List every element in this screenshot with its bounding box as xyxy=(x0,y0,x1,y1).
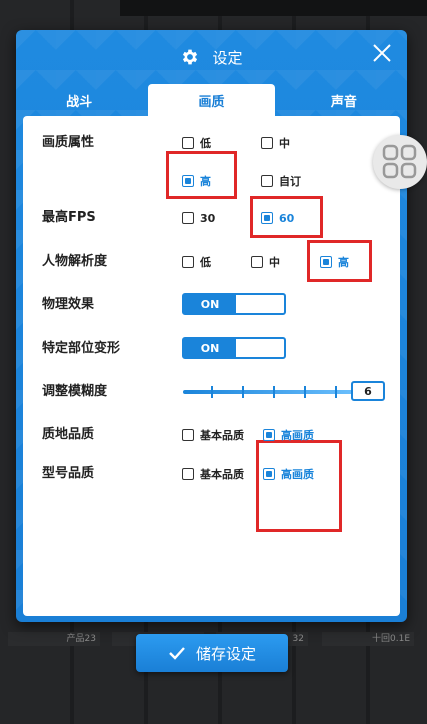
graphics-settings-panel: 画质属性 低 中 高 自订 最高FPS 30 60 人物解析度 低 中 高 物理… xyxy=(23,116,400,616)
texture-label: 质地品质 xyxy=(42,427,95,442)
checkbox-checked-icon xyxy=(263,468,275,480)
resolution-row: 人物解析度 低 中 高 xyxy=(23,240,400,282)
option-label: 高画质 xyxy=(281,429,314,442)
slider-tick xyxy=(273,386,275,398)
option-label: 高画质 xyxy=(281,468,314,481)
physics-toggle[interactable]: ON xyxy=(182,293,286,315)
highlight-box xyxy=(256,440,342,532)
checkbox-icon xyxy=(182,137,194,149)
fps-row: 最高FPS 30 60 xyxy=(23,196,400,238)
blur-value[interactable]: 6 xyxy=(351,381,385,401)
slider-tick xyxy=(304,386,306,398)
checkbox-checked-icon xyxy=(182,175,194,187)
quality-label: 画质属性 xyxy=(42,135,95,150)
gear-icon xyxy=(183,49,198,65)
resolution-medium-option[interactable]: 中 xyxy=(251,252,280,272)
model-label: 型号品质 xyxy=(42,466,95,481)
option-label: 低 xyxy=(200,137,211,150)
save-button-label: 储存设定 xyxy=(195,644,256,663)
model-high-option[interactable]: 高画质 xyxy=(263,464,314,484)
checkbox-icon xyxy=(251,256,263,268)
checkbox-checked-icon xyxy=(261,212,273,224)
checkbox-icon xyxy=(182,429,194,441)
option-label: 基本品质 xyxy=(200,429,244,442)
tab-battle[interactable]: 战斗 xyxy=(16,84,142,116)
physics-label: 物理效果 xyxy=(42,297,95,312)
background-top-bar xyxy=(120,0,427,16)
floating-menu-button[interactable] xyxy=(373,135,427,189)
blur-slider[interactable] xyxy=(183,386,363,398)
resolution-high-option[interactable]: 高 xyxy=(320,252,349,272)
model-basic-option[interactable]: 基本品质 xyxy=(182,464,244,484)
physics-row: 物理效果 ON xyxy=(23,293,400,317)
quality-custom-option[interactable]: 自订 xyxy=(261,171,301,191)
quality-high-option[interactable]: 高 xyxy=(182,171,211,191)
checkbox-icon xyxy=(182,256,194,268)
blur-row: 调整模糊度 6 xyxy=(23,380,400,404)
settings-tabs: 战斗 画质 声音 xyxy=(16,84,407,116)
texture-basic-option[interactable]: 基本品质 xyxy=(182,425,244,445)
texture-high-option[interactable]: 高画质 xyxy=(263,425,314,445)
model-row: 型号品质 基本品质 高画质 xyxy=(23,462,400,486)
grid-icon xyxy=(382,144,417,179)
quality-row-2: 高 自订 xyxy=(23,151,400,199)
option-label: 低 xyxy=(200,256,211,269)
option-label: 高 xyxy=(338,256,349,269)
toggle-on-label: ON xyxy=(184,339,236,357)
option-label: 高 xyxy=(200,175,211,188)
close-icon[interactable] xyxy=(371,42,393,64)
quality-low-option[interactable]: 低 xyxy=(182,133,211,153)
deform-row: 特定部位变形 ON xyxy=(23,337,400,361)
deform-toggle[interactable]: ON xyxy=(182,337,286,359)
save-settings-button[interactable]: 储存设定 xyxy=(136,634,288,672)
dialog-title-bar: 设定 xyxy=(16,42,407,72)
resolution-low-option[interactable]: 低 xyxy=(182,252,211,272)
checkbox-icon xyxy=(261,175,273,187)
quality-medium-option[interactable]: 中 xyxy=(261,133,290,153)
deform-label: 特定部位变形 xyxy=(42,341,121,356)
blur-label: 调整模糊度 xyxy=(42,384,108,399)
slider-tick xyxy=(211,386,213,398)
tab-graphics[interactable]: 画质 xyxy=(148,84,275,116)
checkbox-checked-icon xyxy=(320,256,332,268)
toggle-on-label: ON xyxy=(184,295,236,313)
checkbox-icon xyxy=(182,468,194,480)
checkbox-icon xyxy=(182,212,194,224)
background-card: 十回0.1E xyxy=(322,632,414,646)
slider-tick xyxy=(242,386,244,398)
option-label: 基本品质 xyxy=(200,468,244,481)
texture-row: 质地品质 基本品质 高画质 xyxy=(23,423,400,447)
option-label: 30 xyxy=(200,211,216,225)
option-label: 中 xyxy=(269,256,280,269)
checkbox-checked-icon xyxy=(263,429,275,441)
resolution-label: 人物解析度 xyxy=(42,254,108,269)
background-card: 产品23 xyxy=(8,632,100,646)
slider-tick xyxy=(335,386,337,398)
option-label: 自订 xyxy=(279,175,301,188)
fps-label: 最高FPS xyxy=(42,210,96,225)
check-icon xyxy=(169,647,185,660)
fps-60-option[interactable]: 60 xyxy=(261,208,294,228)
option-label: 中 xyxy=(279,137,290,150)
fps-30-option[interactable]: 30 xyxy=(182,208,215,228)
checkbox-icon xyxy=(261,137,273,149)
tab-sound[interactable]: 声音 xyxy=(281,84,407,116)
dialog-title: 设定 xyxy=(212,48,243,67)
option-label: 60 xyxy=(279,211,295,225)
settings-dialog: 设定 战斗 画质 声音 画质属性 低 中 高 自订 最高FPS 30 60 人物… xyxy=(16,30,407,622)
